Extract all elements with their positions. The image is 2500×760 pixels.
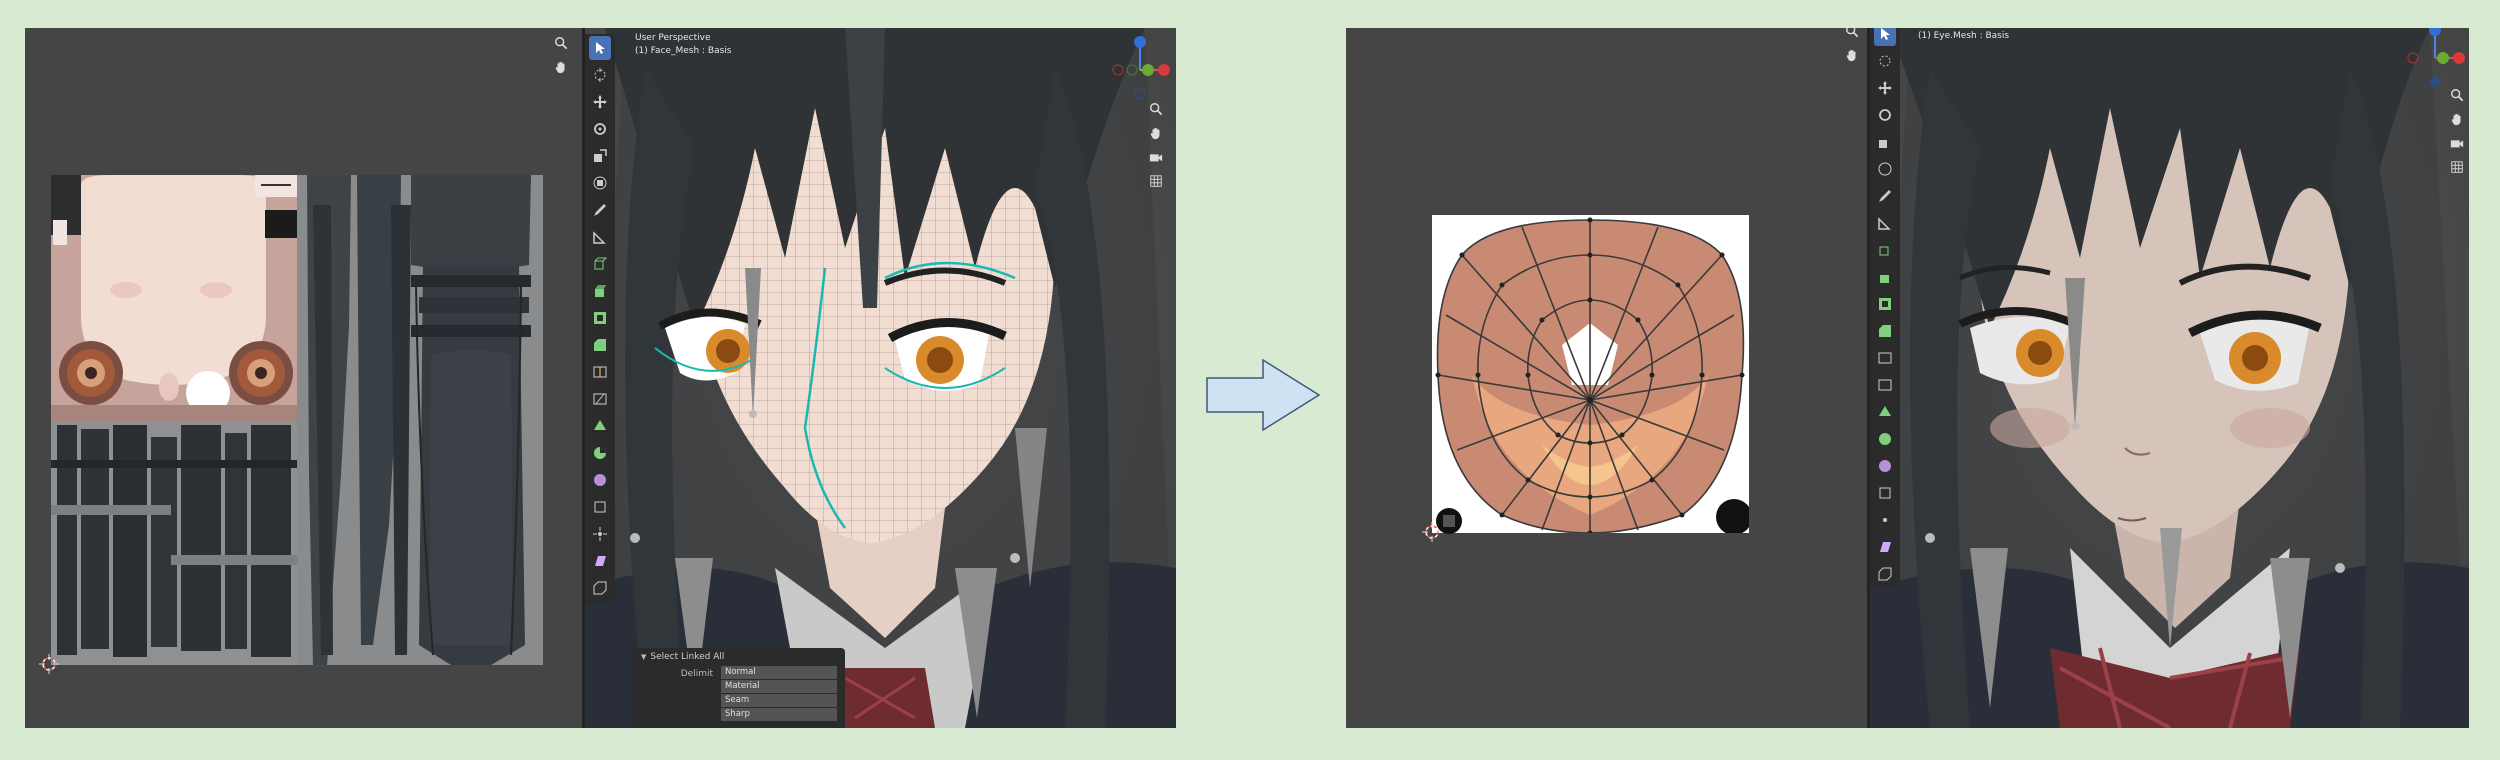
hand-icon[interactable] xyxy=(2448,110,2466,128)
uv-editor-right[interactable] xyxy=(1346,28,1867,728)
spin-icon[interactable] xyxy=(1874,427,1896,451)
poly-build-icon[interactable] xyxy=(1874,400,1896,424)
viewport-nav-controls xyxy=(2448,86,2466,176)
loop-cut-icon[interactable] xyxy=(1874,346,1896,370)
cursor-icon[interactable] xyxy=(589,63,611,87)
inset-icon[interactable] xyxy=(1874,292,1896,316)
delimit-option-material[interactable]: Material xyxy=(721,680,837,693)
edge-slide-icon[interactable] xyxy=(589,495,611,519)
adjust-last-operation-panel: ▼ Select Linked All Delimit Normal Mater… xyxy=(633,648,845,728)
viewport-3d-left[interactable]: User Perspective (1) Face_Mesh : Basis ▼… xyxy=(585,28,1176,728)
viewport-header: (1) Eye.Mesh : Basis xyxy=(1918,30,2009,43)
uv-2d-cursor-icon[interactable] xyxy=(1422,522,1442,542)
viewport-3d-right[interactable]: (1) Eye.Mesh : Basis xyxy=(1870,28,2469,728)
transform-icon[interactable] xyxy=(589,171,611,195)
knife-icon[interactable] xyxy=(589,387,611,411)
viewport-header: User Perspective (1) Face_Mesh : Basis xyxy=(635,32,731,58)
delimit-option-sharp[interactable]: Sharp xyxy=(721,708,837,721)
uv-2d-cursor-icon[interactable] xyxy=(39,654,59,674)
scale-icon[interactable] xyxy=(1874,130,1896,154)
add-cube-icon[interactable] xyxy=(1874,238,1896,262)
right-arrow-icon xyxy=(1205,358,1321,436)
hand-icon[interactable] xyxy=(552,58,570,76)
inset-icon[interactable] xyxy=(589,306,611,330)
uv-editor-left[interactable] xyxy=(25,28,582,728)
hand-icon[interactable] xyxy=(1147,124,1165,142)
tool-shelf xyxy=(1870,28,1900,588)
annotate-icon[interactable] xyxy=(1874,184,1896,208)
measure-icon[interactable] xyxy=(589,225,611,249)
edge-slide-icon[interactable] xyxy=(1874,481,1896,505)
camera-icon[interactable] xyxy=(1147,148,1165,166)
uv-texture-atlas xyxy=(51,175,543,665)
view-name: User Perspective xyxy=(635,33,711,43)
select-box-icon[interactable] xyxy=(589,36,611,60)
navigation-gizmo-icon[interactable] xyxy=(2405,28,2465,92)
smooth-icon[interactable] xyxy=(1874,454,1896,478)
extrude-icon[interactable] xyxy=(589,279,611,303)
move-icon[interactable] xyxy=(589,90,611,114)
delimit-option-normal[interactable]: Normal xyxy=(721,666,837,679)
shrink-fatten-icon[interactable] xyxy=(1874,508,1896,532)
bevel-icon[interactable] xyxy=(589,333,611,357)
left-blender-screenshot: User Perspective (1) Face_Mesh : Basis ▼… xyxy=(25,28,1176,728)
knife-icon[interactable] xyxy=(1874,373,1896,397)
bevel-icon[interactable] xyxy=(1874,319,1896,343)
zoom-icon[interactable] xyxy=(1147,100,1165,118)
right-blender-screenshot: (1) Eye.Mesh : Basis xyxy=(1346,28,2469,728)
tool-shelf xyxy=(585,34,615,602)
grid-icon[interactable] xyxy=(2448,158,2466,176)
delimit-label: Delimit xyxy=(680,669,713,679)
hand-icon[interactable] xyxy=(1843,46,1861,64)
add-cube-icon[interactable] xyxy=(589,252,611,276)
navigation-gizmo-icon[interactable] xyxy=(1110,34,1170,104)
shrink-fatten-icon[interactable] xyxy=(589,522,611,546)
loop-cut-icon[interactable] xyxy=(589,360,611,384)
delimit-option-seam[interactable]: Seam xyxy=(721,694,837,707)
rotate-icon[interactable] xyxy=(589,117,611,141)
extrude-icon[interactable] xyxy=(1874,265,1896,289)
zoom-icon[interactable] xyxy=(1843,28,1861,40)
scale-icon[interactable] xyxy=(589,144,611,168)
zoom-icon[interactable] xyxy=(552,34,570,52)
collapse-triangle-icon[interactable]: ▼ xyxy=(641,653,646,661)
panel-header[interactable]: ▼ Select Linked All xyxy=(633,648,845,666)
rip-icon[interactable] xyxy=(1874,562,1896,586)
object-info: (1) Eye.Mesh : Basis xyxy=(1918,31,2010,41)
rip-icon[interactable] xyxy=(589,576,611,600)
cursor-icon[interactable] xyxy=(1874,49,1896,73)
select-box-icon[interactable] xyxy=(1874,28,1896,46)
rotate-icon[interactable] xyxy=(1874,103,1896,127)
grid-icon[interactable] xyxy=(1147,172,1165,190)
operation-title: Select Linked All xyxy=(650,652,725,662)
shear-icon[interactable] xyxy=(589,549,611,573)
character-face-render xyxy=(1870,28,2469,728)
move-icon[interactable] xyxy=(1874,76,1896,100)
transform-icon[interactable] xyxy=(1874,157,1896,181)
shear-icon[interactable] xyxy=(1874,535,1896,559)
poly-build-icon[interactable] xyxy=(589,414,611,438)
measure-icon[interactable] xyxy=(1874,211,1896,235)
eye-uv-island xyxy=(1432,215,1749,533)
character-face-mesh xyxy=(585,28,1176,728)
object-info: (1) Face_Mesh : Basis xyxy=(635,46,732,56)
zoom-icon[interactable] xyxy=(2448,86,2466,104)
smooth-icon[interactable] xyxy=(589,468,611,492)
annotate-icon[interactable] xyxy=(589,198,611,222)
viewport-nav-controls xyxy=(1147,100,1165,190)
camera-icon[interactable] xyxy=(2448,134,2466,152)
spin-icon[interactable] xyxy=(589,441,611,465)
